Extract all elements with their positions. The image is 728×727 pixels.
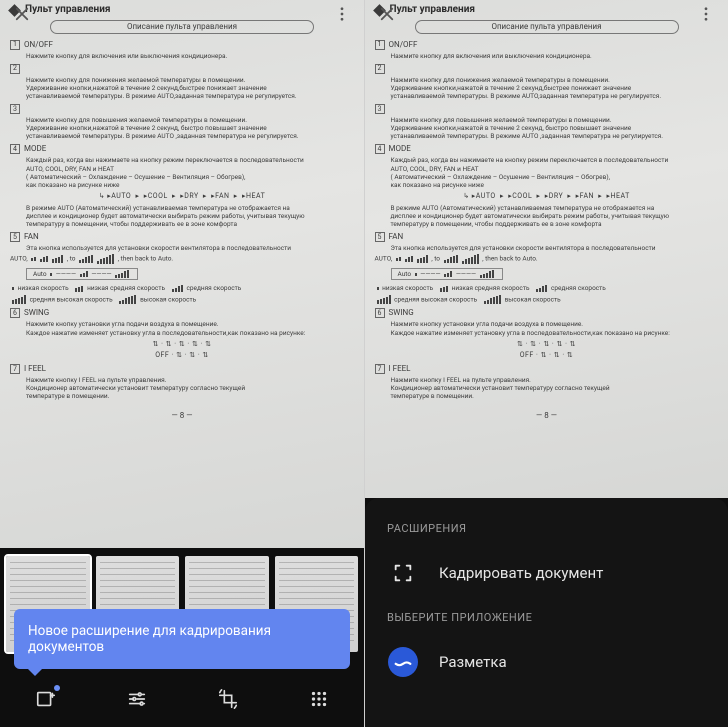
document-content: Пульт управленияОписание пульта управлен… — [2, 4, 362, 421]
crop-rotate-icon[interactable] — [208, 679, 248, 719]
tune-icon[interactable] — [117, 679, 157, 719]
more-vert-icon[interactable] — [692, 0, 720, 28]
sheet-item-label: Кадрировать документ — [439, 564, 603, 582]
enhance-icon[interactable] — [26, 679, 66, 719]
close-icon[interactable] — [8, 0, 36, 28]
extensions-sheet: РАСШИРЕНИЯ Кадрировать документ ВЫБЕРИТЕ… — [365, 498, 728, 727]
tooltip-text: Новое расширение для кадрирования докуме… — [28, 623, 271, 655]
photo-preview[interactable]: Пульт управленияОписание пульта управлен… — [365, 0, 728, 498]
tooltip[interactable]: Новое расширение для кадрирования докуме… — [14, 609, 350, 669]
crop-doc-icon — [387, 557, 419, 589]
document-content: Пульт управленияОписание пульта управлен… — [367, 4, 727, 421]
photo-preview[interactable]: Пульт управленияОписание пульта управлен… — [0, 0, 364, 548]
sheet-item-label: Разметка — [439, 653, 507, 671]
sheet-section-label: ВЫБЕРИТЕ ПРИЛОЖЕНИЕ — [365, 605, 728, 630]
grid-icon[interactable] — [299, 679, 339, 719]
markup-item[interactable]: Разметка — [365, 630, 728, 694]
crop-document-item[interactable]: Кадрировать документ — [365, 541, 728, 605]
close-icon[interactable] — [373, 0, 401, 28]
bottom-toolbar — [0, 671, 364, 727]
more-vert-icon[interactable] — [328, 0, 356, 28]
sheet-section-label: РАСШИРЕНИЯ — [365, 516, 728, 541]
notification-dot — [54, 685, 60, 691]
markup-icon — [387, 646, 419, 678]
